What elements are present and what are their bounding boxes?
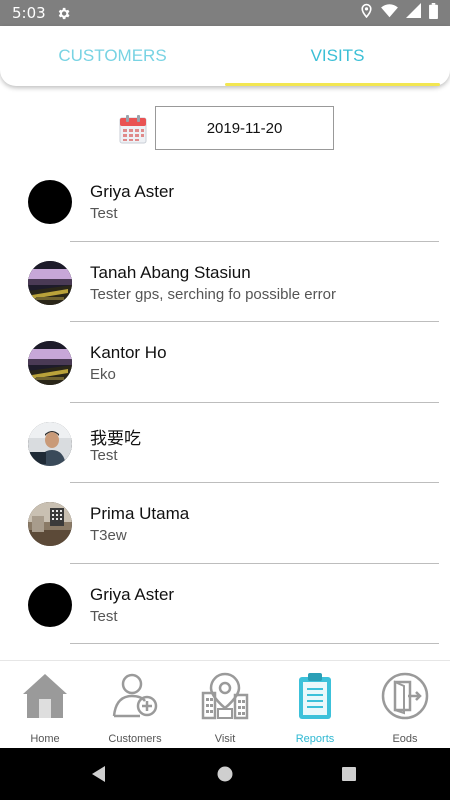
signal-icon (406, 3, 421, 23)
visit-list-item[interactable]: Griya Aster Test (0, 161, 450, 242)
visit-note: Test (90, 446, 118, 464)
status-bar: 5:03 (0, 0, 450, 26)
visit-customer-name: Griya Aster (90, 584, 175, 604)
wifi-icon (381, 3, 398, 23)
avatar (28, 582, 72, 627)
avatar (28, 180, 72, 224)
back-icon[interactable] (90, 765, 108, 783)
nav-home[interactable]: Home (0, 661, 90, 748)
nav-eods-label: Eods (392, 733, 418, 745)
battery-icon (429, 2, 438, 24)
visit-list-item[interactable]: Kantor Ho Eko (0, 322, 450, 403)
visit-customer-name: Tanah Abang Stasiun (90, 262, 251, 282)
divider (70, 643, 439, 644)
active-tab-indicator (225, 83, 440, 86)
nav-visit[interactable]: Visit (180, 661, 270, 748)
visit-customer-name: 我要吃 (90, 428, 141, 448)
avatar (28, 341, 72, 385)
calendar-icon[interactable] (119, 114, 147, 149)
nav-customers[interactable]: Customers (90, 661, 180, 748)
clipboard-icon (299, 673, 331, 719)
tab-visits-label: VISITS (310, 46, 365, 65)
avatar (28, 421, 72, 466)
nav-home-label: Home (30, 733, 60, 745)
home-icon (23, 674, 67, 718)
visit-list-item[interactable]: Griya Aster Test (0, 564, 450, 644)
visit-customer-name: Prima Utama (90, 504, 190, 523)
status-time: 5:03 (12, 4, 46, 22)
visit-list-item[interactable]: 我要吃 Test (0, 403, 450, 483)
recents-square-icon[interactable] (340, 765, 358, 783)
settings-gear-icon (56, 6, 71, 21)
visit-note: Eko (90, 366, 116, 383)
nav-eods[interactable]: Eods (360, 661, 450, 748)
home-circle-icon[interactable] (216, 765, 234, 783)
location-icon (360, 3, 373, 23)
visit-list-item[interactable]: Prima Utama T3ew (0, 483, 450, 564)
visit-note: T3ew (90, 527, 127, 544)
nav-reports[interactable]: Reports (270, 661, 360, 748)
tab-customers-label: CUSTOMERS (58, 46, 167, 65)
exit-door-icon (381, 672, 429, 720)
date-input[interactable]: 2019-11-20 (155, 106, 334, 150)
visit-note: Test (90, 205, 118, 222)
visit-note: Tester gps, serching fo possible error (90, 285, 336, 303)
visit-customer-name: Kantor Ho (90, 343, 167, 362)
tab-bar: CUSTOMERS VISITS (0, 26, 450, 86)
avatar (28, 502, 72, 546)
avatar (28, 260, 72, 305)
tab-customers[interactable]: CUSTOMERS (0, 26, 225, 86)
visit-list-item[interactable]: Tanah Abang Stasiun Tester gps, serching… (0, 242, 450, 322)
nav-visit-label: Visit (214, 733, 236, 745)
tab-visits[interactable]: VISITS (225, 26, 450, 86)
visit-note: Test (90, 607, 118, 625)
visit-customer-name: Griya Aster (90, 182, 175, 201)
add-user-icon (112, 673, 158, 718)
date-filter-row: 2019-11-20 (0, 106, 450, 152)
bottom-navigation: Home Customers Visit Reports Eods (0, 660, 450, 748)
map-pin-building-icon (201, 672, 249, 720)
visit-list: Griya Aster Test Tanah Abang Stasiun Tes… (0, 161, 450, 644)
system-navigation-bar (0, 748, 450, 800)
nav-customers-label: Customers (108, 733, 162, 745)
nav-reports-label: Reports (295, 733, 335, 745)
